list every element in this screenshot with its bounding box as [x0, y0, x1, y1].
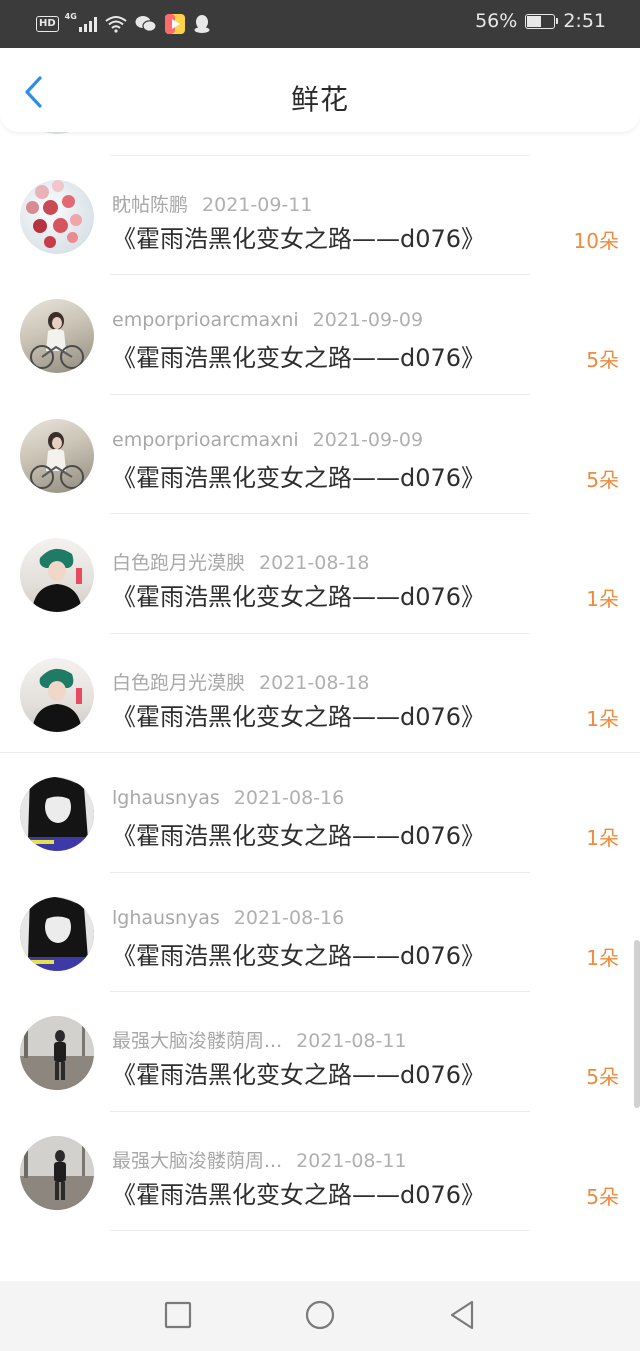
status-left: HD 4G	[36, 12, 211, 36]
gift-date: 2021-08-11	[296, 1149, 407, 1172]
divider	[110, 1230, 530, 1231]
book-title: 《霍雨浩黑化变女之路——d076》	[112, 702, 486, 731]
gift-date: 2021-09-09	[312, 428, 424, 451]
screen: HD 4G 56% 2:51 眈帖陈鹏 2021-09-11 《霍雨浩黑化变女之…	[0, 0, 640, 1351]
item-meta: emporprioarcmaxni 2021-09-09	[112, 429, 423, 451]
user-name[interactable]: 眈帖陈鹏	[112, 194, 188, 216]
flower-count: 5朵	[586, 467, 619, 492]
item-meta: 眈帖陈鹏 2021-09-11	[112, 190, 312, 217]
battery-percent: 56%	[475, 10, 518, 32]
clock: 2:51	[563, 10, 606, 32]
wifi-icon	[105, 16, 127, 33]
balloon-avatar[interactable]	[20, 179, 94, 254]
green-hair-boy-avatar[interactable]	[20, 657, 94, 732]
header: 鲜花	[0, 48, 640, 132]
flower-count: 5朵	[586, 1065, 619, 1089]
network-type: 4G	[64, 12, 77, 21]
recent-apps-button[interactable]	[158, 1295, 198, 1335]
girl-bicycle-avatar[interactable]	[20, 418, 94, 493]
list-item[interactable]: 白色跑月光漠腴 2021-08-18 《霍雨浩黑化变女之路——d076》 1朵	[0, 514, 640, 634]
gift-date: 2021-08-16	[233, 787, 345, 809]
item-meta: lghausnyas 2021-08-16	[112, 787, 344, 809]
book-title: 《霍雨浩黑化变女之路——d076》	[112, 344, 486, 372]
list-item[interactable]: 最强大脑浚髅荫周... 2021-08-11 《霍雨浩黑化变女之路——d076》 5朵	[0, 1112, 640, 1231]
green-hair-boy-avatar[interactable]	[20, 538, 94, 612]
book-title: 《霍雨浩黑化变女之路——d076》	[112, 941, 486, 970]
book-title: 《霍雨浩黑化变女之路——d076》	[112, 463, 486, 492]
item-meta: 最强大脑浚髅荫周... 2021-08-11	[112, 1026, 407, 1053]
flower-count: 5朵	[586, 348, 619, 372]
home-icon	[305, 1300, 335, 1330]
list-item[interactable]: lghausnyas 2021-08-16 《霍雨浩黑化变女之路——d076》 1朵	[0, 873, 640, 992]
video-app-icon	[164, 14, 185, 34]
list-item[interactable]: emporprioarcmaxni 2021-09-09 《霍雨浩黑化变女之路——d…	[0, 275, 640, 395]
list-item[interactable]: emporprioarcmaxni 2021-09-09 《霍雨浩黑化变女之路——d…	[0, 395, 640, 514]
flower-list: 《霍雨浩黑化变女之路——d076》 10朵 眈帖陈鹏 2021-09-11 《霍雨浩黑化…	[0, 60, 640, 1231]
item-meta: 白色跑月光漠腴 2021-08-18	[112, 668, 369, 695]
list-item[interactable]: 眈帖陈鹏 2021-09-11 《霍雨浩黑化变女之路——d076》 10朵	[0, 156, 640, 275]
scrollbar[interactable]	[634, 940, 640, 1108]
user-name[interactable]: 白色跑月光漠腴	[112, 672, 245, 694]
item-meta: emporprioarcmaxni 2021-09-09	[112, 309, 423, 331]
street-person-avatar[interactable]	[20, 1016, 94, 1090]
street-person-avatar[interactable]	[20, 1135, 94, 1210]
gift-date: 2021-08-18	[259, 671, 370, 694]
gift-date: 2021-09-11	[202, 193, 313, 216]
item-meta: 最强大脑浚髅荫周... 2021-08-11	[112, 1146, 407, 1173]
hd-icon: HD	[36, 16, 59, 32]
user-name[interactable]: lghausnyas	[112, 787, 220, 809]
user-name[interactable]: lghausnyas	[112, 907, 220, 929]
book-title: 《霍雨浩黑化变女之路——d076》	[112, 583, 486, 611]
gift-date: 2021-09-09	[312, 309, 424, 331]
dark-hair-girl-avatar[interactable]	[20, 896, 94, 971]
recent-apps-icon	[164, 1301, 192, 1329]
flower-count: 1朵	[586, 587, 619, 611]
book-title: 《霍雨浩黑化变女之路——d076》	[112, 822, 486, 850]
book-title: 《霍雨浩黑化变女之路——d076》	[112, 224, 486, 253]
list-item[interactable]: 最强大脑浚髅荫周... 2021-08-11 《霍雨浩黑化变女之路——d076》 5朵	[0, 992, 640, 1112]
flower-count: 1朵	[586, 706, 619, 731]
user-name[interactable]: emporprioarcmaxni	[112, 309, 299, 331]
dark-hair-girl-avatar[interactable]	[20, 777, 94, 851]
user-name[interactable]: 白色跑月光漠腴	[112, 552, 245, 574]
user-name[interactable]: 最强大脑浚髅荫周...	[112, 1150, 282, 1172]
nav-back-button[interactable]	[442, 1295, 482, 1335]
flower-count: 1朵	[586, 826, 619, 850]
flower-count: 5朵	[586, 1184, 619, 1209]
signal-icon: 4G	[65, 12, 97, 32]
book-title: 《霍雨浩黑化变女之路——d076》	[112, 1061, 486, 1089]
gift-date: 2021-08-11	[296, 1030, 407, 1052]
battery-level	[527, 15, 541, 27]
flower-count: 10朵	[573, 228, 619, 253]
gift-date: 2021-08-18	[259, 552, 370, 574]
page-title: 鲜花	[290, 83, 349, 116]
girl-bicycle-avatar[interactable]	[20, 299, 94, 373]
user-name[interactable]: 最强大脑浚髅荫周...	[112, 1030, 282, 1052]
book-title: 《霍雨浩黑化变女之路——d076》	[112, 1180, 486, 1209]
wechat-icon	[135, 16, 157, 32]
list-item[interactable]: lghausnyas 2021-08-16 《霍雨浩黑化变女之路——d076》 1朵	[0, 753, 640, 873]
qq-icon	[194, 15, 210, 33]
user-name[interactable]: emporprioarcmaxni	[112, 429, 299, 451]
gift-date: 2021-08-16	[233, 906, 345, 929]
back-triangle-icon	[450, 1300, 474, 1330]
navigation-bar	[0, 1281, 640, 1351]
battery-icon	[525, 13, 559, 29]
home-button[interactable]	[300, 1295, 340, 1335]
item-meta: 白色跑月光漠腴 2021-08-18	[112, 548, 369, 575]
list-item[interactable]: 白色跑月光漠腴 2021-08-18 《霍雨浩黑化变女之路——d076》 1朵	[0, 634, 640, 753]
status-right: 56% 2:51	[475, 10, 606, 32]
flower-count: 1朵	[586, 945, 619, 970]
item-meta: lghausnyas 2021-08-16	[112, 907, 344, 929]
